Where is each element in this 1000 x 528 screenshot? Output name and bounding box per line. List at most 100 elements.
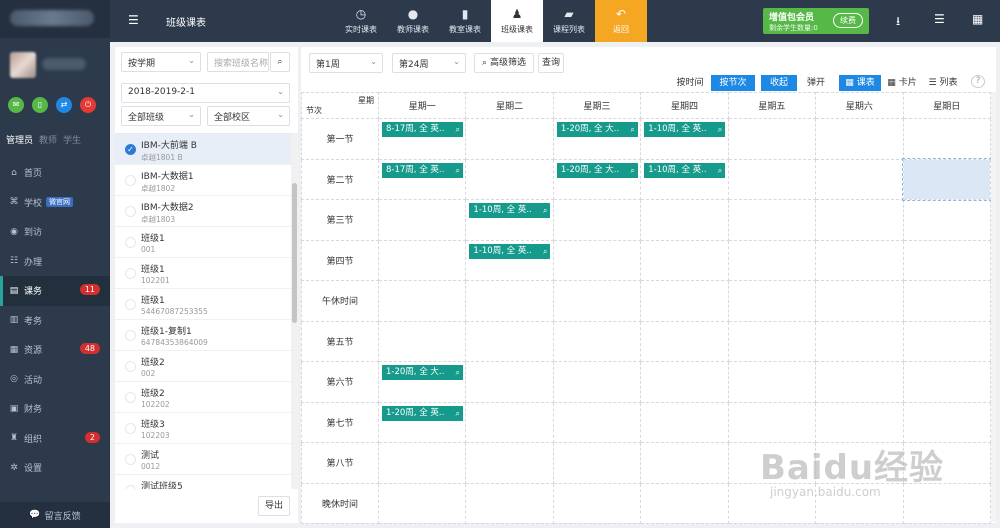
advanced-filter-button[interactable]: ⌕ 高级筛选 xyxy=(474,53,534,73)
search-icon[interactable]: ⌕ xyxy=(630,122,634,137)
timetable-view-button[interactable]: ▦ 课表 xyxy=(839,75,881,91)
timetable-cell[interactable]: 1-10周, 全 英.. ⌕ xyxy=(640,118,729,160)
search-icon[interactable]: ⌕ xyxy=(456,122,460,137)
collapse-button[interactable]: 收起 xyxy=(761,75,797,91)
expand-button[interactable]: 弹开 xyxy=(801,75,831,91)
lesson-block[interactable]: 1-10周, 全 英.. ⌕ xyxy=(469,243,551,259)
list-item[interactable]: 测试班级5 xyxy=(115,475,291,489)
timetable-cell[interactable] xyxy=(727,239,817,281)
term-select[interactable]: 2018-2019-2-1 ⌄ xyxy=(121,83,290,103)
sidebar-item-school[interactable]: ⌘ 学校 微官网 xyxy=(0,188,110,218)
list-item[interactable]: 班级2 002 xyxy=(115,351,291,382)
timetable-cell[interactable] xyxy=(465,442,554,484)
list-item[interactable]: ✓ IBM-大前端 B 卓越1801 B xyxy=(115,134,291,165)
list-item[interactable]: IBM-大数据2 卓越1803 xyxy=(115,196,291,227)
search-icon[interactable]: ⌕ xyxy=(456,163,460,178)
tab-realtime-timetable[interactable]: ◷ 实时课表 xyxy=(335,0,387,42)
avatar[interactable] xyxy=(10,52,36,78)
list-item[interactable]: 测试 0012 xyxy=(115,444,291,475)
lesson-block[interactable]: 1-20周, 全 大.. ⌕ xyxy=(556,162,638,178)
timetable-cell[interactable] xyxy=(465,118,554,160)
campus-filter-select[interactable]: 全部校区 ⌄ xyxy=(207,106,290,126)
timetable-cell[interactable] xyxy=(640,280,729,322)
tab-teacher-timetable[interactable]: ● 教师课表 xyxy=(387,0,439,42)
timetable-cell[interactable] xyxy=(377,280,467,322)
sidebar-item-visit[interactable]: ◉ 到访 xyxy=(0,217,110,247)
timetable-cell[interactable] xyxy=(465,401,554,443)
sidebar-item-activities[interactable]: ◎ 活动 xyxy=(0,365,110,395)
timetable-cell[interactable] xyxy=(727,199,817,241)
list-item[interactable]: 班级1 102201 xyxy=(115,258,291,289)
timetable-cell[interactable] xyxy=(465,280,554,322)
timetable-cell[interactable] xyxy=(727,158,817,200)
sidebar-item-finance[interactable]: ▣ 财务 xyxy=(0,394,110,424)
timetable-cell[interactable]: 1-20周, 全 大.. ⌕ xyxy=(552,158,642,200)
timetable-cell[interactable] xyxy=(552,239,642,281)
timetable-cell[interactable] xyxy=(377,320,467,362)
sidebar-item-handle[interactable]: ☷ 办理 xyxy=(0,247,110,277)
timetable-cell[interactable] xyxy=(815,199,904,241)
timetable-cell[interactable] xyxy=(815,158,904,200)
timetable-cell[interactable] xyxy=(727,118,817,160)
search-icon[interactable]: ⌕ xyxy=(718,163,722,178)
wechat-icon[interactable]: ✉ xyxy=(8,97,24,113)
timetable-cell[interactable] xyxy=(815,118,904,160)
role-tab-student[interactable]: 学生 xyxy=(63,133,81,146)
list-item[interactable]: 班级1 54467087253355 xyxy=(115,289,291,320)
timetable-cell[interactable] xyxy=(815,239,904,281)
lesson-block[interactable]: 1-10周, 全 英.. ⌕ xyxy=(644,162,726,178)
renew-button[interactable]: 续费 xyxy=(833,13,863,28)
search-input[interactable]: 搜索班级名称 xyxy=(207,52,269,72)
lesson-block[interactable]: 1-20周, 全 大.. ⌕ xyxy=(556,122,638,137)
search-icon[interactable]: ⌕ xyxy=(718,122,722,137)
scrollbar-thumb[interactable] xyxy=(292,183,297,323)
timetable-cell[interactable] xyxy=(552,361,642,403)
filter-mode-select[interactable]: 按学期 ⌄ xyxy=(121,52,201,72)
timetable-cell[interactable] xyxy=(640,401,729,443)
search-button[interactable]: ⌕ xyxy=(270,52,290,72)
member-banner[interactable]: 增值包会员 剩余学生数量:0 续费 xyxy=(763,8,869,34)
timetable-cell[interactable] xyxy=(902,118,992,160)
week-end-select[interactable]: 第24周 ⌄ xyxy=(392,53,466,73)
sidebar-item-settings[interactable]: ✲ 设置 xyxy=(0,453,110,483)
server-icon[interactable]: ☰ xyxy=(934,12,945,26)
role-tab-admin[interactable]: 管理员 xyxy=(6,133,33,146)
class-list-scrollbar[interactable] xyxy=(291,133,298,489)
timetable-cell[interactable] xyxy=(902,361,992,403)
by-time-button[interactable]: 按时间 xyxy=(673,75,707,91)
tab-course-list[interactable]: ▰ 课程列表 xyxy=(543,0,595,42)
timetable-cell[interactable] xyxy=(902,199,992,241)
help-icon[interactable]: ? xyxy=(971,75,985,88)
timetable-cell[interactable]: 1-10周, 全 英.. ⌕ xyxy=(640,158,729,200)
timetable-cell[interactable] xyxy=(465,158,554,200)
lesson-block[interactable]: 1-10周, 全 英.. ⌕ xyxy=(644,122,726,137)
timetable-cell[interactable] xyxy=(902,320,992,362)
timetable-cell[interactable] xyxy=(640,361,729,403)
timetable-cell-selected[interactable] xyxy=(902,158,992,201)
tab-class-timetable[interactable]: ♟ 班级课表 xyxy=(491,0,543,42)
timetable-cell[interactable] xyxy=(552,482,642,524)
sidebar-item-courses[interactable]: ▤ 课务 11 xyxy=(0,276,110,306)
timetable-cell[interactable]: 1-10周, 全 英.. ⌕ xyxy=(465,239,554,281)
sidebar-item-organization[interactable]: ♜ 组织 2 xyxy=(0,424,110,454)
timetable-cell[interactable] xyxy=(902,280,992,322)
timetable-cell[interactable]: 1-10周, 全 英.. ⌕ xyxy=(465,199,554,241)
search-icon[interactable]: ⌕ xyxy=(456,406,460,421)
lesson-block[interactable]: 1-20周, 全 大.. ⌕ xyxy=(382,365,463,380)
timetable-scrollbar[interactable] xyxy=(991,92,996,522)
lesson-block[interactable]: 1-20周, 全 英.. ⌕ xyxy=(382,405,463,421)
feedback-link[interactable]: 💬 留言反馈 xyxy=(0,502,110,528)
timetable-cell[interactable] xyxy=(902,239,992,281)
timetable-cell[interactable] xyxy=(727,320,817,362)
role-tab-teacher[interactable]: 教师 xyxy=(39,133,57,146)
sidebar-item-exams[interactable]: ▥ 考务 xyxy=(0,306,110,336)
list-item[interactable]: 班级1-复制1 64784353864009 xyxy=(115,320,291,351)
sidebar-item-home[interactable]: ⌂ 首页 xyxy=(0,158,110,188)
timetable-cell[interactable] xyxy=(727,361,817,403)
timetable-cell[interactable] xyxy=(640,442,729,484)
list-view-button[interactable]: ☰ 列表 xyxy=(925,75,961,91)
timetable-cell[interactable] xyxy=(552,442,642,484)
timetable-cell[interactable]: 1-20周, 全 大.. ⌕ xyxy=(552,118,642,160)
search-icon[interactable]: ⌕ xyxy=(543,203,547,218)
timetable-cell[interactable] xyxy=(465,320,554,362)
